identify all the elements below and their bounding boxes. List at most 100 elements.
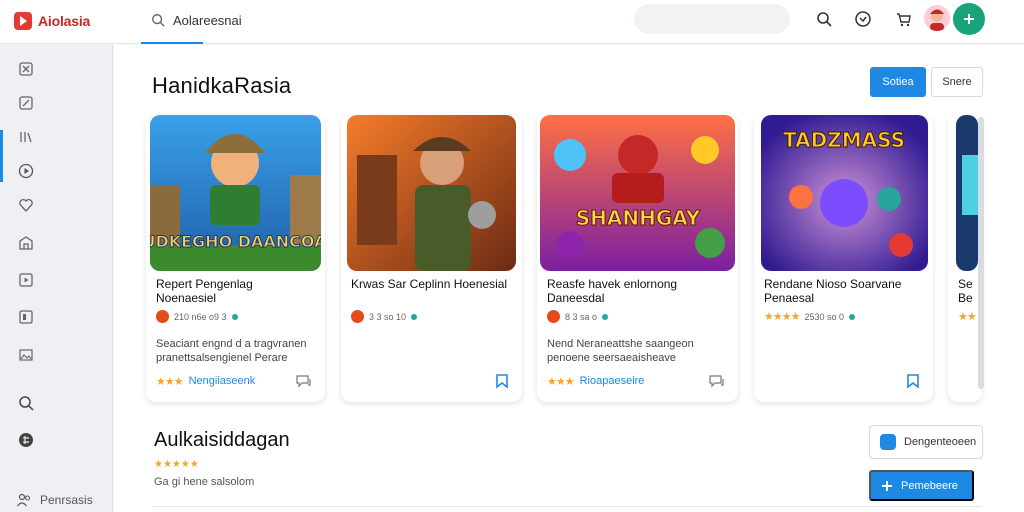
- game-card-link[interactable]: Rioapaeseire: [580, 375, 645, 387]
- bookmark-icon[interactable]: [905, 373, 921, 389]
- game-card[interactable]: BUDKEGHO DAANCOAD Repert Pengenlag Noena…: [146, 115, 325, 402]
- sidebar-item-search[interactable]: [16, 393, 36, 413]
- app-logo[interactable]: Aiolasia: [14, 10, 90, 32]
- edit-icon: [19, 96, 33, 110]
- section-outline-button-label: Dengenteoeen: [904, 436, 977, 448]
- search-icon: [19, 396, 34, 411]
- top-bar: Aiolasia: [0, 0, 1024, 44]
- sidebar-item-edit[interactable]: [16, 93, 36, 113]
- settings-icon: [19, 433, 33, 447]
- game-card-image: BUDKEGHO DAANCOAD: [150, 115, 321, 271]
- history-button[interactable]: [852, 8, 874, 30]
- game-art-5: [956, 115, 978, 271]
- game-card-image: TADZMASS: [761, 115, 928, 271]
- game-card-footer: ★★★ Rioapaeseire: [547, 373, 726, 389]
- status-dot-icon: [231, 313, 238, 320]
- secondary-button[interactable]: Snere: [931, 67, 983, 97]
- search-icon: [152, 14, 165, 27]
- people-icon: [17, 493, 31, 507]
- section-rating-stars: ★★★★★: [154, 459, 199, 470]
- page-title: HanidkaRasia: [152, 73, 292, 98]
- publisher-avatar: [351, 310, 364, 323]
- sidebar-footer-label: Penrsasis: [40, 493, 93, 507]
- game-card[interactable]: Krwas Sar Ceplinn Hoenesial 3 3 so 10: [341, 115, 522, 402]
- game-card-footer: [764, 373, 921, 389]
- clock-icon: [855, 11, 871, 27]
- game-card-meta: ★★: [958, 310, 977, 323]
- game-card-meta: 210 n6e o9 3: [156, 310, 238, 323]
- section-outline-button[interactable]: Dengenteoeen: [869, 425, 983, 459]
- plus-icon: [882, 480, 892, 491]
- sidebar-item-favorites[interactable]: [16, 195, 36, 215]
- game-card-title: Repert Pengenlag Noenaesiel: [156, 277, 253, 305]
- game-card-meta-text: 2530 so 0: [804, 311, 844, 322]
- sidebar-item-gallery[interactable]: [16, 345, 36, 365]
- close-box-icon: [19, 62, 33, 76]
- comment-icon[interactable]: [295, 374, 313, 388]
- status-dot-icon: [411, 313, 418, 320]
- rating-stars: ★★: [958, 311, 977, 323]
- search-icon: [817, 12, 832, 27]
- status-dot-icon: [602, 313, 609, 320]
- main-content: HanidkaRasia Sotiea Snere BUDKEGHO DAANC…: [114, 45, 1024, 512]
- check-badge-icon: [880, 434, 896, 450]
- game-card-title: Se Be: [958, 277, 973, 305]
- collection-icon: [19, 310, 33, 324]
- game-art-3: SHANHGAY: [540, 115, 735, 271]
- primary-button[interactable]: Sotiea: [870, 67, 926, 97]
- plus-icon: [964, 14, 974, 24]
- carousel-scrollbar[interactable]: [978, 117, 984, 389]
- bookmark-icon[interactable]: [494, 373, 510, 389]
- sidebar-active-indicator: [0, 130, 3, 182]
- sidebar-item-videos[interactable]: [16, 270, 36, 290]
- game-card-meta-text: 3 3 so 10: [369, 311, 407, 322]
- game-card[interactable]: SHANHGAY Reasfe havek enlornong Daneesda…: [537, 115, 738, 402]
- heart-icon: [19, 198, 33, 212]
- top-pill-field[interactable]: [634, 4, 790, 34]
- library-icon: [20, 132, 32, 143]
- game-card-meta-text: 210 n6e o9 3: [174, 311, 227, 322]
- game-card-footer: ★★★ Nengiiaseenk: [156, 373, 313, 389]
- game-card-description: Seaciant engnd d a tragvranen pranettsal…: [156, 338, 307, 364]
- rating-stars: ★★★: [547, 375, 575, 388]
- section-divider: [152, 506, 982, 507]
- sidebar-item-library[interactable]: [16, 127, 36, 147]
- cart-button[interactable]: [893, 8, 915, 30]
- publisher-avatar: [156, 310, 169, 323]
- game-art-4: TADZMASS: [761, 115, 928, 271]
- gallery-icon: [19, 349, 33, 361]
- create-button[interactable]: [953, 3, 985, 35]
- game-art-title: TADZMASS: [783, 128, 905, 152]
- search-bar[interactable]: [141, 5, 621, 35]
- avatar[interactable]: [924, 5, 950, 31]
- play-logo-icon: [14, 12, 32, 30]
- search-input[interactable]: [173, 12, 473, 28]
- home-icon: [19, 236, 33, 250]
- game-art-title: SHANHGAY: [576, 206, 701, 230]
- game-card[interactable]: Se Be ★★: [948, 115, 982, 402]
- publisher-avatar: [547, 310, 560, 323]
- status-dot-icon: [849, 313, 855, 320]
- sidebar-item-close[interactable]: [16, 59, 36, 79]
- game-card-image: SHANHGAY: [540, 115, 735, 271]
- search-button[interactable]: [813, 8, 835, 30]
- section-primary-button[interactable]: Pemebeere: [869, 470, 974, 501]
- avatar-image: [930, 9, 944, 31]
- sidebar-footer[interactable]: Penrsasis: [16, 492, 93, 508]
- game-card-footer: [351, 373, 510, 389]
- game-card-link[interactable]: Nengiiaseenk: [189, 375, 256, 387]
- sidebar-item-settings[interactable]: [16, 430, 36, 450]
- rating-stars: ★★★★: [764, 311, 800, 323]
- play-circle-icon: [18, 163, 34, 179]
- section-primary-button-label: Pemebeere: [901, 479, 958, 492]
- sidebar-item-collections[interactable]: [16, 307, 36, 327]
- game-card[interactable]: TADZMASS Rendane Nioso Soarvane Penaesal…: [754, 115, 933, 402]
- sidebar-item-play[interactable]: [16, 161, 36, 181]
- game-card-title: Reasfe havek enlornong Daneesdal: [547, 277, 678, 305]
- game-card-image: [347, 115, 516, 271]
- video-icon: [19, 273, 33, 287]
- rating-stars: ★★★: [156, 375, 184, 388]
- sidebar-item-home[interactable]: [16, 233, 36, 253]
- game-card-image: [956, 115, 978, 271]
- comment-icon[interactable]: [708, 374, 726, 388]
